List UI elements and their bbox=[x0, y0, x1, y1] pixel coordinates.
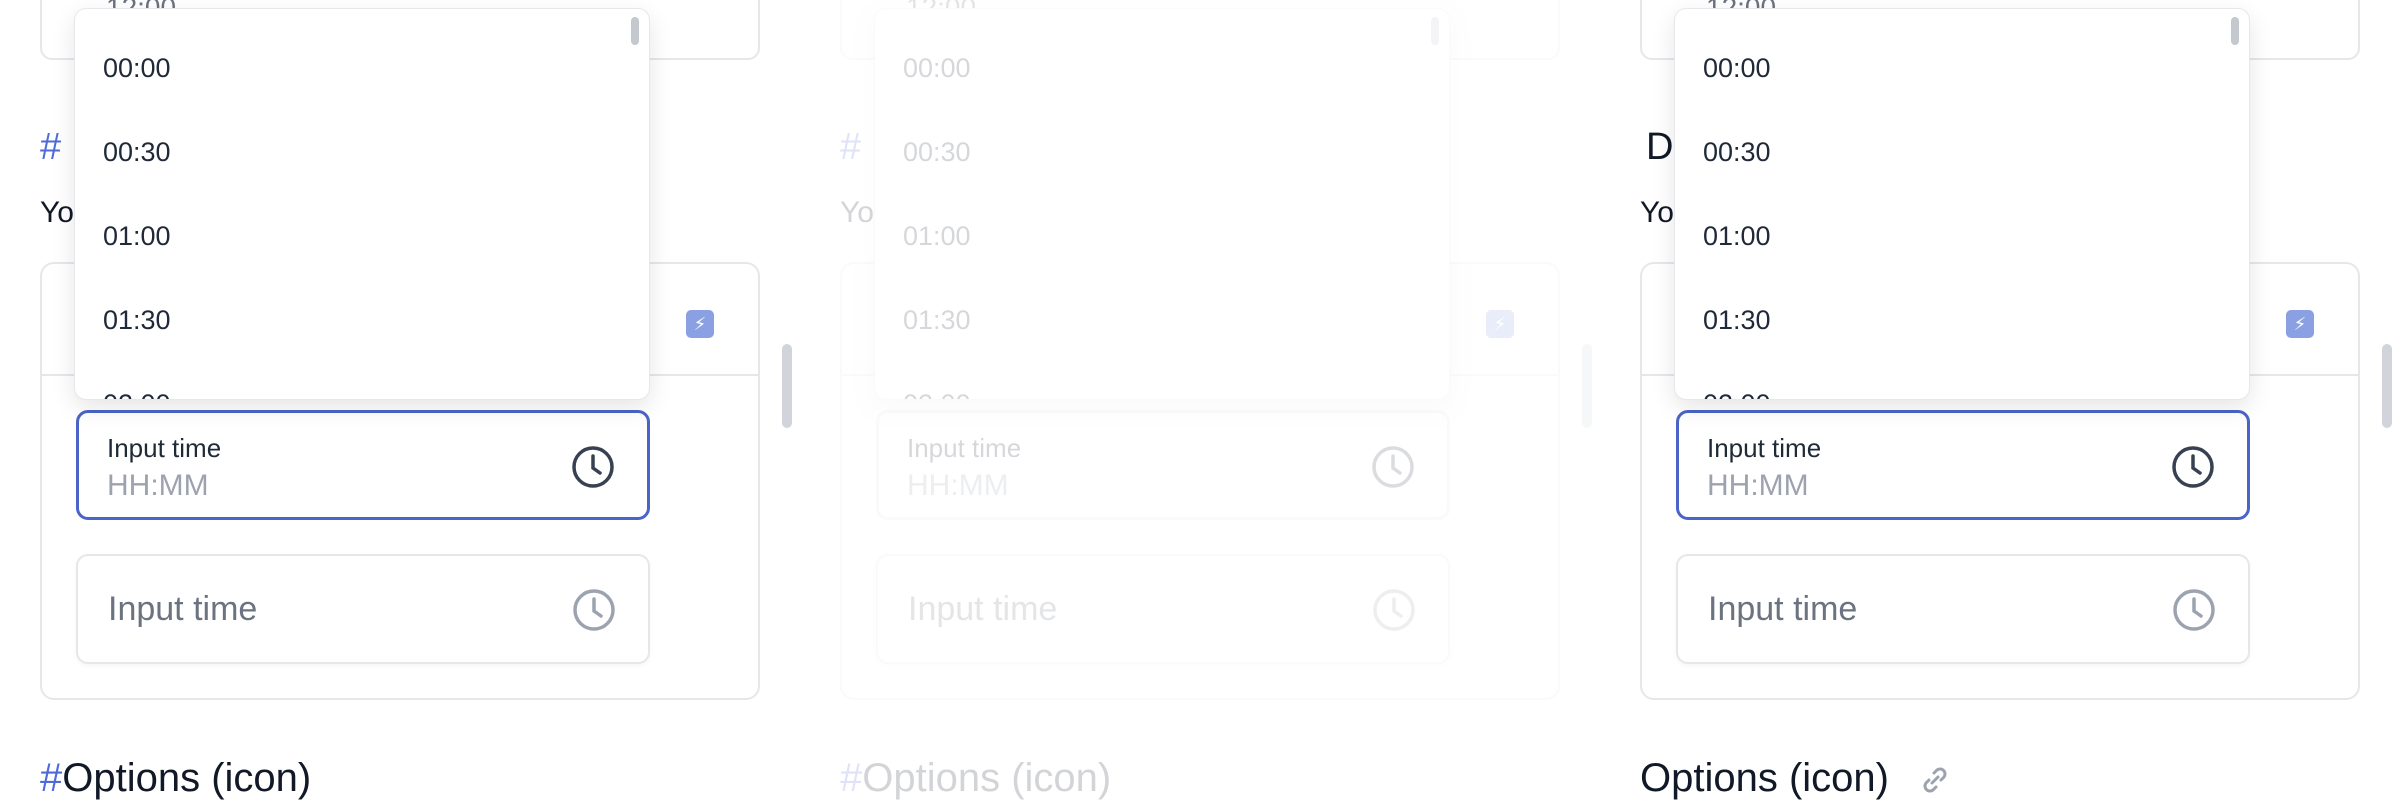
time-option[interactable]: 01:30 bbox=[903, 305, 971, 336]
time-input-placeholder: HH:MM bbox=[1707, 469, 1809, 502]
time-option[interactable]: 01:00 bbox=[103, 221, 171, 252]
time-option[interactable]: 00:00 bbox=[903, 53, 971, 84]
time-option[interactable]: 00:00 bbox=[1703, 53, 1771, 84]
clock-icon[interactable] bbox=[570, 586, 618, 634]
demo-heading: # bbox=[40, 126, 67, 169]
bolt-icon[interactable]: ⚡ bbox=[686, 310, 714, 338]
section-title: Options (icon) bbox=[862, 756, 1112, 800]
anchor-hash[interactable]: # bbox=[840, 756, 862, 800]
time-option[interactable]: 00:30 bbox=[1703, 137, 1771, 168]
section-heading: Options (icon) bbox=[1640, 756, 1952, 800]
time-dropdown: 00:00 00:30 01:00 01:30 02:00 bbox=[74, 8, 650, 400]
dropdown-scrollbar[interactable] bbox=[1431, 17, 1439, 45]
demo-description: Yo bbox=[840, 196, 874, 229]
time-option[interactable]: 00:30 bbox=[103, 137, 171, 168]
time-option[interactable]: 02:00 bbox=[903, 389, 971, 399]
time-option[interactable]: 01:30 bbox=[1703, 305, 1771, 336]
section-title: Options (icon) bbox=[62, 756, 312, 800]
time-input-label: Input time bbox=[1707, 433, 1822, 463]
time-input-active[interactable]: Input time HH:MM bbox=[1676, 410, 2250, 520]
anchor-hash[interactable]: # bbox=[840, 126, 861, 168]
link-icon[interactable] bbox=[1918, 763, 1952, 797]
demo-description: Yo bbox=[40, 196, 74, 229]
card-scrollbar[interactable] bbox=[782, 344, 792, 428]
time-option[interactable]: 02:00 bbox=[1703, 389, 1771, 399]
time-input-placeholder: Input time bbox=[908, 590, 1058, 628]
card-scrollbar[interactable] bbox=[2382, 344, 2392, 428]
bolt-icon[interactable]: ⚡ bbox=[1486, 310, 1514, 338]
time-input-placeholder: HH:MM bbox=[107, 469, 209, 502]
panel-left: 12:00 # Yo ⚡ Input time HH:MM Input time bbox=[0, 0, 800, 800]
time-input-placeholder: HH:MM bbox=[907, 469, 1009, 502]
time-input[interactable]: Input time bbox=[76, 554, 650, 664]
time-input[interactable]: Input time bbox=[876, 554, 1450, 664]
anchor-hash[interactable]: # bbox=[40, 756, 62, 800]
section-heading: #Options (icon) bbox=[40, 756, 311, 800]
time-input[interactable]: Input time bbox=[1676, 554, 2250, 664]
time-option[interactable]: 00:00 bbox=[103, 53, 171, 84]
demo-heading: # bbox=[840, 126, 867, 169]
time-option[interactable]: 01:00 bbox=[1703, 221, 1771, 252]
clock-icon[interactable] bbox=[2169, 443, 2217, 491]
time-input-active[interactable]: Input time HH:MM bbox=[876, 410, 1450, 520]
time-input-label: Input time bbox=[907, 433, 1022, 463]
demo-description: Yo bbox=[1640, 196, 1674, 229]
bolt-icon[interactable]: ⚡ bbox=[2286, 310, 2314, 338]
time-input-label: Input time bbox=[107, 433, 222, 463]
anchor-hash[interactable]: # bbox=[40, 126, 61, 168]
clock-icon[interactable] bbox=[569, 443, 617, 491]
card-scrollbar[interactable] bbox=[1582, 344, 1592, 428]
time-option[interactable]: 01:00 bbox=[903, 221, 971, 252]
dropdown-scrollbar[interactable] bbox=[2231, 17, 2239, 45]
time-input-placeholder: Input time bbox=[1708, 590, 1858, 628]
clock-icon[interactable] bbox=[1370, 586, 1418, 634]
time-input-placeholder: Input time bbox=[108, 590, 258, 628]
time-dropdown: 00:00 00:30 01:00 01:30 02:00 bbox=[1674, 8, 2250, 400]
time-input-active[interactable]: Input time HH:MM bbox=[76, 410, 650, 520]
time-option[interactable]: 02:00 bbox=[103, 389, 171, 399]
time-dropdown: 00:00 00:30 01:00 01:30 02:00 bbox=[874, 8, 1450, 400]
clock-icon[interactable] bbox=[1369, 443, 1417, 491]
panel-middle: 12:00 # Yo ⚡ Input time HH:MM Input time bbox=[800, 0, 1600, 800]
dropdown-scrollbar[interactable] bbox=[631, 17, 639, 45]
section-title: Options (icon) bbox=[1640, 756, 1889, 800]
clock-icon[interactable] bbox=[2170, 586, 2218, 634]
time-option[interactable]: 01:30 bbox=[103, 305, 171, 336]
panel-right: 12:00 Dr Yo ⚡ Input time HH:MM Input tim… bbox=[1600, 0, 2400, 800]
section-heading: #Options (icon) bbox=[840, 756, 1111, 800]
time-option[interactable]: 00:30 bbox=[903, 137, 971, 168]
